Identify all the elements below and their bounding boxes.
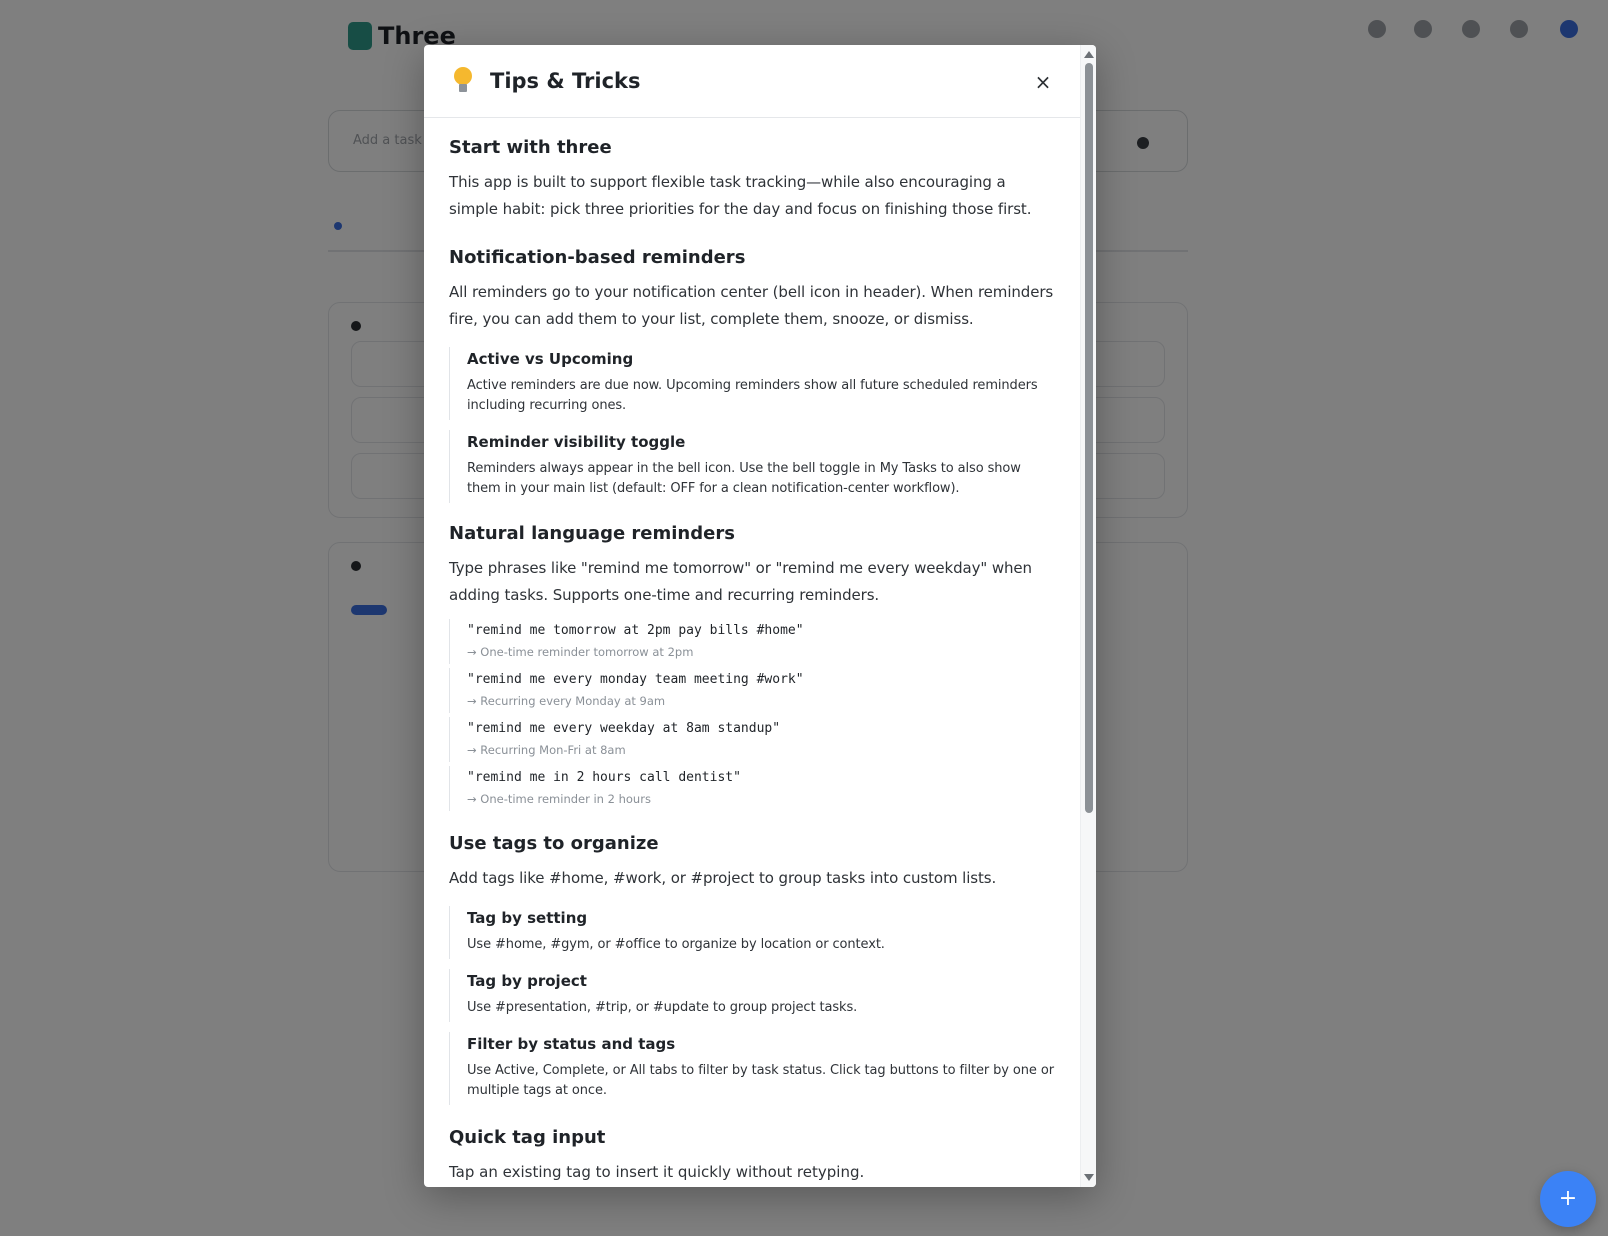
sub-tip-text: Use #home, #gym, or #office to organize … (467, 937, 885, 952)
example-note: → One-time reminder in 2 hours (467, 792, 651, 806)
tips-modal: Tips & Tricks × Start with three This ap… (424, 45, 1096, 1187)
section-title: Notification-based reminders (449, 247, 746, 268)
section-title: Use tags to organize (449, 833, 659, 854)
modal-title: Tips & Tricks (490, 69, 641, 93)
example-list: "remind me tomorrow at 2pm pay bills #ho… (449, 619, 1056, 811)
sub-tip-text: Use Active, Complete, or All tabs to fil… (467, 1063, 1054, 1098)
sub-tip-title: Tag by setting (467, 909, 588, 927)
example-note: → One-time reminder tomorrow at 2pm (467, 645, 694, 659)
sub-tip: Tag by setting Use #home, #gym, or #offi… (449, 906, 1056, 959)
sub-tip-title: Filter by status and tags (467, 1035, 676, 1053)
sub-tip-list: Active vs Upcoming Active reminders are … (449, 347, 1056, 503)
section-text: Add tags like #home, #work, or #project … (449, 869, 997, 887)
tip-section-tags: Use tags to organize Add tags like #home… (449, 833, 1056, 1105)
sub-tip: Tag by project Use #presentation, #trip,… (449, 969, 1056, 1022)
section-title: Natural language reminders (449, 523, 735, 544)
tip-section-quick-tag-input: Quick tag input Tap an existing tag to i… (449, 1127, 1056, 1186)
example-item: "remind me tomorrow at 2pm pay bills #ho… (449, 619, 1056, 664)
sub-tip-text: Reminders always appear in the bell icon… (467, 461, 1021, 496)
example-code: "remind me tomorrow at 2pm pay bills #ho… (467, 623, 804, 638)
modal-body[interactable]: Start with three This app is built to su… (424, 119, 1080, 1187)
sub-tip-text: Active reminders are due now. Upcoming r… (467, 378, 1038, 413)
example-item: "remind me every monday team meeting #wo… (449, 668, 1056, 713)
modal-scrollbar[interactable] (1080, 45, 1096, 1187)
scroll-thumb[interactable] (1085, 63, 1093, 813)
sub-tip: Filter by status and tags Use Active, Co… (449, 1032, 1056, 1105)
tip-section-start-with-three: Start with three This app is built to su… (449, 137, 1056, 223)
example-item: "remind me in 2 hours call dentist" → On… (449, 766, 1056, 811)
close-button[interactable]: × (1028, 67, 1058, 97)
example-code: "remind me every monday team meeting #wo… (467, 672, 804, 687)
sub-tip-title: Active vs Upcoming (467, 350, 634, 368)
add-task-fab[interactable]: + (1540, 1171, 1596, 1227)
example-code: "remind me in 2 hours call dentist" (467, 770, 741, 785)
modal-header: Tips & Tricks × (424, 45, 1080, 118)
section-text: Type phrases like "remind me tomorrow" o… (449, 559, 1032, 604)
sub-tip: Active vs Upcoming Active reminders are … (449, 347, 1056, 420)
sub-tip-list: Tag by setting Use #home, #gym, or #offi… (449, 906, 1056, 1105)
section-title: Start with three (449, 137, 612, 158)
lightbulb-icon (452, 67, 474, 95)
section-text: Tap an existing tag to insert it quickly… (449, 1163, 865, 1181)
example-note: → Recurring every Monday at 9am (467, 694, 666, 708)
scroll-down-icon[interactable] (1084, 1174, 1094, 1181)
section-title: Quick tag input (449, 1127, 606, 1148)
tip-section-natural-language: Natural language reminders Type phrases … (449, 523, 1056, 811)
example-code: "remind me every weekday at 8am standup" (467, 721, 781, 736)
sub-tip-title: Reminder visibility toggle (467, 433, 686, 451)
section-text: All reminders go to your notification ce… (449, 283, 1054, 328)
sub-tip: Reminder visibility toggle Reminders alw… (449, 430, 1056, 503)
sub-tip-title: Tag by project (467, 972, 587, 990)
scroll-up-icon[interactable] (1084, 51, 1094, 58)
tip-section-notification-reminders: Notification-based reminders All reminde… (449, 247, 1056, 503)
example-item: "remind me every weekday at 8am standup"… (449, 717, 1056, 762)
section-text: This app is built to support flexible ta… (449, 173, 1032, 218)
sub-tip-text: Use #presentation, #trip, or #update to … (467, 1000, 858, 1015)
example-note: → Recurring Mon-Fri at 8am (467, 743, 626, 757)
